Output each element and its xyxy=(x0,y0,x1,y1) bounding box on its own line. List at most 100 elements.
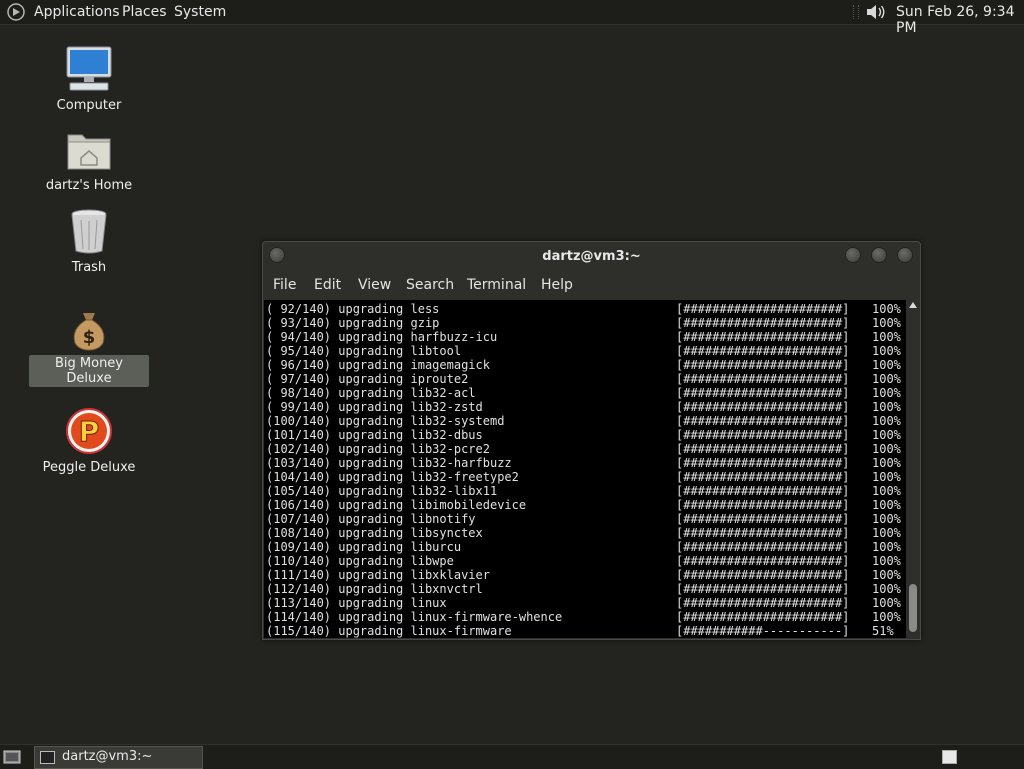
menu-help[interactable]: Help xyxy=(541,277,573,293)
system-menu[interactable]: System xyxy=(174,4,226,20)
progress-bar-text: [######################] xyxy=(676,610,850,624)
progress-percent: 100% xyxy=(872,428,901,442)
terminal-output[interactable]: ( 92/140) upgrading less [###############… xyxy=(264,300,906,638)
applications-menu[interactable]: Applications xyxy=(34,4,120,20)
progress-percent: 100% xyxy=(872,512,901,526)
panel-separator xyxy=(853,5,859,19)
maximize-button[interactable] xyxy=(871,247,887,263)
desktop-icon-label: Big Money Deluxe xyxy=(29,355,149,387)
progress-percent: 100% xyxy=(872,456,901,470)
desktop-icon-label: Trash xyxy=(71,260,107,275)
progress-bar-text: [######################] xyxy=(676,400,850,414)
terminal-line: (107/140) upgrading libnotify [##########… xyxy=(266,512,906,526)
terminal-line-text: ( 99/140) upgrading lib32-zstd xyxy=(266,400,483,414)
progress-bar-text: [######################] xyxy=(676,414,850,428)
desktop-icon-computer[interactable]: Computer xyxy=(29,45,149,114)
terminal-line: ( 94/140) upgrading harfbuzz-icu [#######… xyxy=(266,330,906,344)
terminal-line: (103/140) upgrading lib32-harfbuzz [#####… xyxy=(266,456,906,470)
desktop-icon-peggle-deluxe[interactable]: P Peggle Deluxe xyxy=(29,407,149,476)
progress-percent: 100% xyxy=(872,344,901,358)
terminal-line: (114/140) upgrading linux-firmware-whenc… xyxy=(266,610,906,624)
progress-percent: 100% xyxy=(872,526,901,540)
progress-bar-text: [######################] xyxy=(676,596,850,610)
progress-bar-text: [######################] xyxy=(676,540,850,554)
desktop-icon-big-money-deluxe[interactable]: $ Big Money Deluxe xyxy=(29,309,149,387)
terminal-scrollbar[interactable] xyxy=(906,300,919,638)
svg-text:P: P xyxy=(79,415,100,448)
clock[interactable]: Sun Feb 26, 9:34 PM xyxy=(896,4,1024,36)
menu-edit[interactable]: Edit xyxy=(314,277,341,293)
places-menu[interactable]: Places xyxy=(122,4,167,20)
terminal-window[interactable]: dartz@vm3:~ File Edit View Search Termin… xyxy=(262,241,921,640)
terminal-line: ( 93/140) upgrading gzip [###############… xyxy=(266,316,906,330)
terminal-line-text: (115/140) upgrading linux-firmware xyxy=(266,624,512,638)
terminal-line: (106/140) upgrading libimobiledevice [###… xyxy=(266,498,906,512)
terminal-line-text: ( 94/140) upgrading harfbuzz-icu xyxy=(266,330,498,344)
progress-percent: 100% xyxy=(872,316,901,330)
window-title: dartz@vm3:~ xyxy=(542,249,641,264)
close-button[interactable] xyxy=(897,247,913,263)
workspace-switcher[interactable] xyxy=(942,750,957,764)
volume-icon[interactable] xyxy=(865,3,887,21)
terminal-line-text: ( 97/140) upgrading iproute2 xyxy=(266,372,469,386)
progress-bar-text: [######################] xyxy=(676,386,850,400)
taskbar-item-label: dartz@vm3:~ xyxy=(62,749,153,764)
progress-percent: 100% xyxy=(872,470,901,484)
home-folder-icon xyxy=(67,134,111,170)
terminal-line-text: (112/140) upgrading libxnvctrl xyxy=(266,582,483,596)
svg-text:$: $ xyxy=(83,327,96,348)
progress-percent: 100% xyxy=(872,498,901,512)
progress-percent: 100% xyxy=(872,386,901,400)
taskbar-item-terminal[interactable]: dartz@vm3:~ xyxy=(34,746,203,769)
terminal-line: (113/140) upgrading linux [##############… xyxy=(266,596,906,610)
distro-logo-icon[interactable] xyxy=(7,3,25,21)
terminal-line-text: (111/140) upgrading libxklavier xyxy=(266,568,490,582)
terminal-line-text: ( 98/140) upgrading lib32-acl xyxy=(266,386,476,400)
progress-percent: 100% xyxy=(872,442,901,456)
terminal-line: ( 98/140) upgrading lib32-acl [##########… xyxy=(266,386,906,400)
window-titlebar[interactable]: dartz@vm3:~ xyxy=(263,242,920,272)
trash-icon xyxy=(71,209,107,254)
terminal-line: (101/140) upgrading lib32-dbus [#########… xyxy=(266,428,906,442)
desktop-icon-label: Computer xyxy=(56,98,122,113)
minimize-button[interactable] xyxy=(845,247,861,263)
terminal-line: (102/140) upgrading lib32-pcre2 [########… xyxy=(266,442,906,456)
progress-bar-text: [######################] xyxy=(676,554,850,568)
progress-bar-text: [######################] xyxy=(676,428,850,442)
menu-view[interactable]: View xyxy=(358,277,391,293)
scrollbar-thumb[interactable] xyxy=(909,584,917,632)
progress-bar-text: [######################] xyxy=(676,526,850,540)
menu-terminal[interactable]: Terminal xyxy=(467,277,526,293)
progress-bar-text: [######################] xyxy=(676,484,850,498)
progress-bar-text: [######################] xyxy=(676,372,850,386)
progress-percent: 100% xyxy=(872,554,901,568)
terminal-line: (100/140) upgrading lib32-systemd [######… xyxy=(266,414,906,428)
terminal-line-text: (104/140) upgrading lib32-freetype2 xyxy=(266,470,519,484)
progress-percent: 100% xyxy=(872,610,901,624)
terminal-line-text: (100/140) upgrading lib32-systemd xyxy=(266,414,505,428)
progress-bar-text: [###########-----------] xyxy=(676,624,850,638)
terminal-line: (104/140) upgrading lib32-freetype2 [####… xyxy=(266,470,906,484)
progress-bar-text: [######################] xyxy=(676,512,850,526)
scroll-up-arrow-icon[interactable] xyxy=(909,302,917,308)
terminal-line: ( 99/140) upgrading lib32-zstd [#########… xyxy=(266,400,906,414)
progress-bar-text: [######################] xyxy=(676,316,850,330)
progress-percent: 100% xyxy=(872,582,901,596)
progress-percent: 51% xyxy=(872,624,894,638)
show-desktop-icon[interactable] xyxy=(3,749,21,764)
terminal-line-text: (108/140) upgrading libsynctex xyxy=(266,526,483,540)
desktop-icon-label: dartz's Home xyxy=(45,178,133,193)
progress-percent: 100% xyxy=(872,596,901,610)
desktop-icon-home[interactable]: dartz's Home xyxy=(29,127,149,194)
progress-percent: 100% xyxy=(872,302,901,316)
progress-bar-text: [######################] xyxy=(676,344,850,358)
menu-search[interactable]: Search xyxy=(406,277,454,293)
terminal-line: (105/140) upgrading lib32-libx11 [#######… xyxy=(266,484,906,498)
computer-icon xyxy=(66,46,112,91)
desktop-icon-trash[interactable]: Trash xyxy=(29,207,149,276)
terminal-line-text: (107/140) upgrading libnotify xyxy=(266,512,476,526)
progress-percent: 100% xyxy=(872,372,901,386)
progress-bar-text: [######################] xyxy=(676,568,850,582)
menu-file[interactable]: File xyxy=(273,277,296,293)
progress-percent: 100% xyxy=(872,484,901,498)
